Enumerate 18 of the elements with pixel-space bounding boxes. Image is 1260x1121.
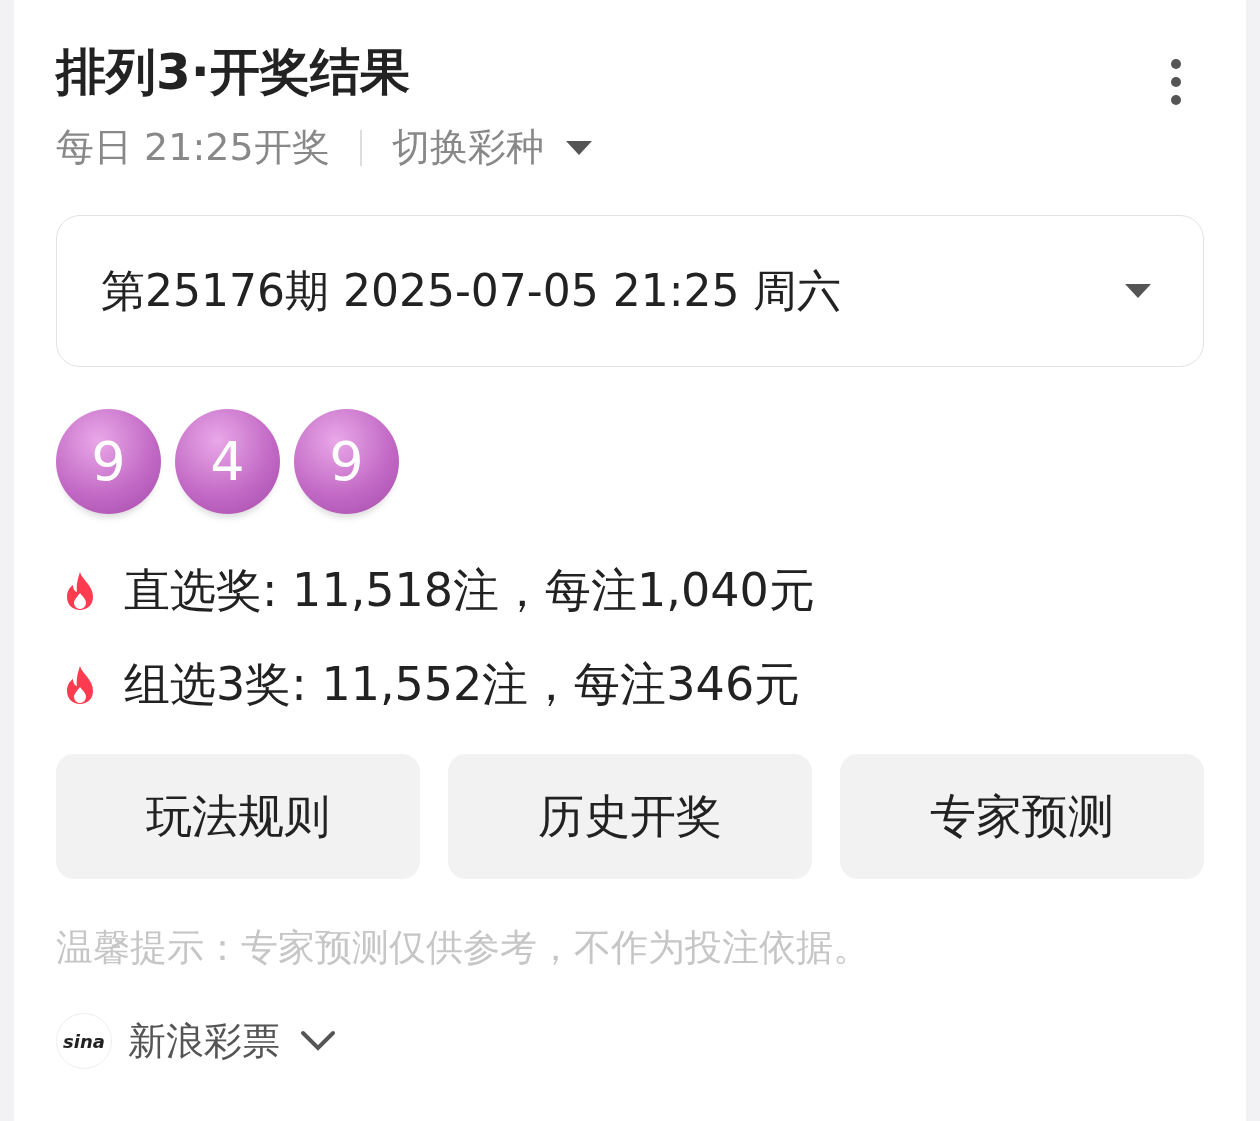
prize-text: 直选奖: 11,518注，每注1,040元 bbox=[124, 562, 815, 619]
action-button[interactable]: 专家预测 bbox=[840, 754, 1204, 879]
more-icon[interactable] bbox=[1170, 58, 1182, 106]
prize-text: 组选3奖: 11,552注，每注346元 bbox=[124, 656, 801, 713]
chevron-down-icon bbox=[300, 1030, 336, 1052]
action-button[interactable]: 历史开奖 bbox=[448, 754, 812, 879]
lottery-ball: 4 bbox=[175, 409, 280, 514]
card-title: 排列3·开奖结果 bbox=[56, 42, 411, 103]
draw-schedule: 每日 21:25开奖 bbox=[56, 124, 330, 171]
draw-select[interactable]: 第25176期 2025-07-05 21:25 周六 bbox=[56, 215, 1204, 367]
lottery-ball: 9 bbox=[294, 409, 399, 514]
disclaimer-text: 温馨提示：专家预测仅供参考，不作为投注依据。 bbox=[56, 925, 871, 971]
source-button[interactable]: 新浪彩票 bbox=[128, 1015, 336, 1067]
action-button[interactable]: 玩法规则 bbox=[56, 754, 420, 879]
flame-icon bbox=[64, 571, 96, 611]
switch-lottery-button[interactable]: 切换彩种 bbox=[391, 122, 594, 173]
lottery-ball: 9 bbox=[56, 409, 161, 514]
flame-icon bbox=[64, 665, 96, 705]
